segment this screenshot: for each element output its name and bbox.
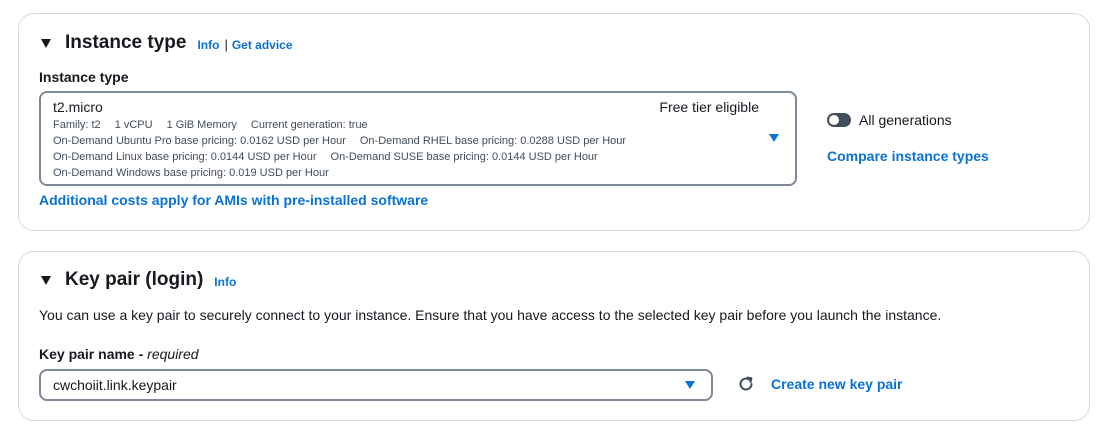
caret-down-icon[interactable]	[41, 38, 51, 48]
caret-down-icon[interactable]	[41, 275, 51, 285]
key-pair-label-text: Key pair name	[39, 346, 135, 362]
key-pair-description: You can use a key pair to securely conne…	[39, 307, 942, 323]
memory-text: 1 GiB Memory	[166, 119, 237, 131]
toggle-knob	[829, 115, 839, 125]
free-tier-tag: Free tier eligible	[659, 99, 759, 115]
get-advice-link[interactable]: Get advice	[232, 38, 293, 52]
instance-details-line4: On-Demand Windows base pricing: 0.019 US…	[53, 167, 343, 179]
linux-pricing-text: On-Demand Linux base pricing: 0.0144 USD…	[53, 151, 317, 163]
instance-type-panel: Instance type Info | Get advice Instance…	[18, 13, 1090, 231]
triangle-down-icon[interactable]	[685, 381, 695, 389]
instance-details-line1: Family: t2 1 vCPU 1 GiB Memory Current gene…	[53, 119, 382, 131]
all-generations-toggle-group[interactable]: All generations	[827, 112, 952, 128]
all-generations-toggle[interactable]	[827, 113, 851, 127]
instance-type-title: Instance type	[65, 32, 187, 53]
additional-costs-link[interactable]: Additional costs apply for AMIs with pre…	[39, 192, 428, 208]
suse-pricing-text: On-Demand SUSE base pricing: 0.0144 USD …	[330, 151, 598, 163]
instance-type-header: Instance type Info | Get advice	[39, 32, 293, 54]
triangle-down-icon[interactable]	[769, 134, 779, 142]
family-text: Family: t2	[53, 119, 101, 131]
create-new-key-pair-link[interactable]: Create new key pair	[771, 376, 903, 392]
separator: |	[224, 37, 228, 52]
key-pair-field-label: Key pair name - required	[39, 346, 199, 362]
info-link[interactable]: Info	[197, 38, 219, 52]
instance-type-select[interactable]: t2.micro Free tier eligible Family: t2 1 …	[39, 91, 797, 186]
windows-pricing-text: On-Demand Windows base pricing: 0.019 US…	[53, 167, 329, 179]
instance-type-field-label: Instance type	[39, 69, 129, 85]
key-pair-header: Key pair (login) Info	[39, 269, 236, 291]
all-generations-label: All generations	[859, 112, 952, 128]
instance-details-line3: On-Demand Linux base pricing: 0.0144 USD…	[53, 151, 612, 163]
instance-details-line2: On-Demand Ubuntu Pro base pricing: 0.016…	[53, 135, 640, 147]
key-pair-title: Key pair (login)	[65, 269, 204, 290]
selected-instance-name: t2.micro	[53, 99, 103, 115]
vcpu-text: 1 vCPU	[114, 119, 153, 131]
key-pair-select[interactable]: cwchoiit.link.keypair	[39, 369, 713, 401]
required-text: required	[147, 346, 199, 362]
rhel-pricing-text: On-Demand RHEL base pricing: 0.0288 USD …	[359, 135, 627, 147]
selected-key-pair: cwchoiit.link.keypair	[53, 377, 177, 393]
ubuntu-pricing-text: On-Demand Ubuntu Pro base pricing: 0.016…	[53, 135, 346, 147]
compare-instance-types-link[interactable]: Compare instance types	[827, 148, 989, 164]
refresh-icon[interactable]	[737, 375, 755, 393]
generation-text: Current generation: true	[250, 119, 368, 131]
key-pair-panel: Key pair (login) Info You can use a key …	[18, 251, 1090, 421]
info-link[interactable]: Info	[214, 275, 236, 289]
